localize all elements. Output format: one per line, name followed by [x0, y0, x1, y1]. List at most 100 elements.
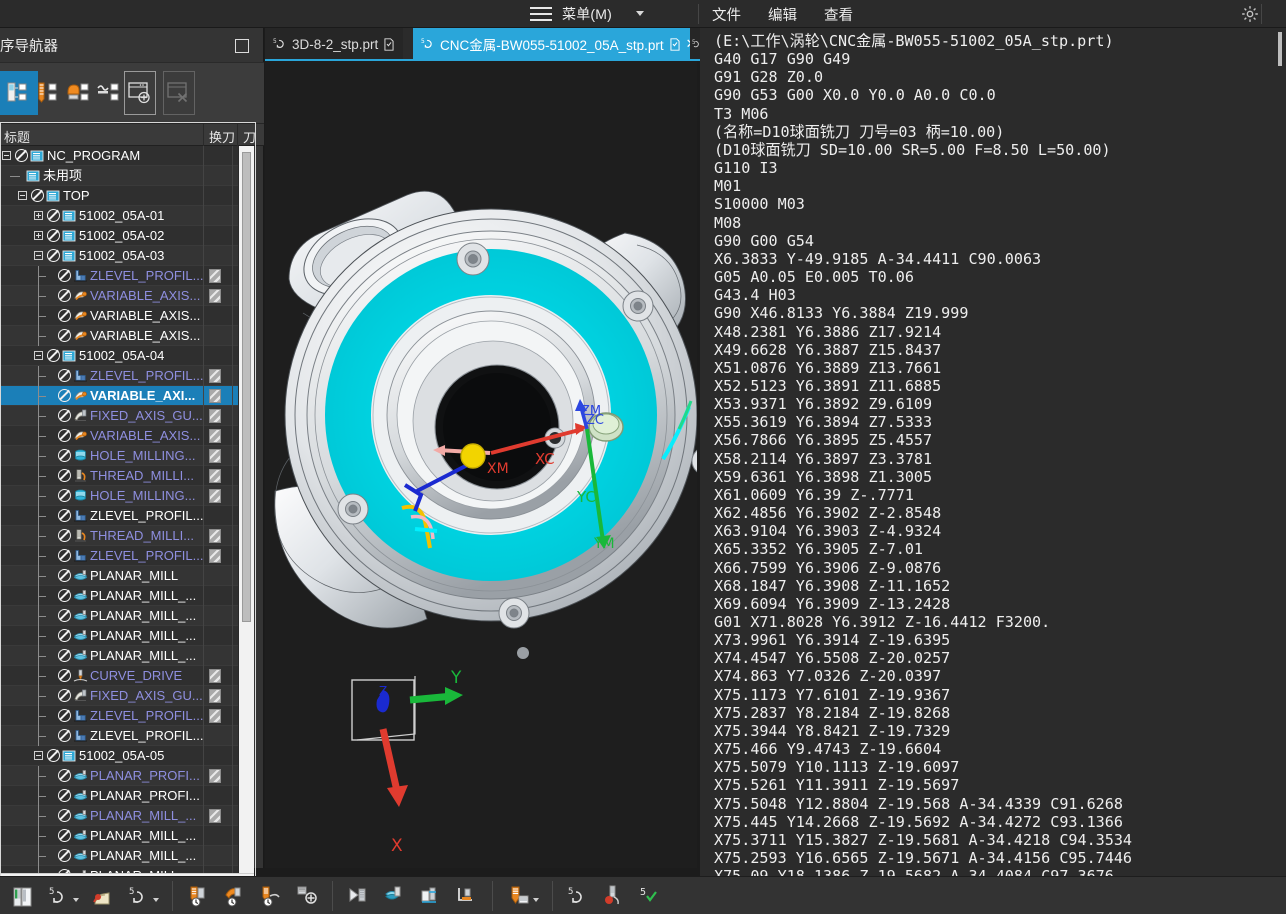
tree-row-hole_milling[interactable]: HOLE_MILLING...	[0, 446, 238, 466]
tree-row-planar_mill[interactable]: PLANAR_MILL	[0, 566, 238, 586]
tab-3d-8-2[interactable]: 5 3D-8-2_stp.prt	[265, 28, 404, 60]
suppress-icon[interactable]	[58, 729, 71, 742]
chevron-down-icon[interactable]	[72, 897, 79, 902]
menu-file[interactable]: 文件	[712, 4, 741, 25]
collapse-icon[interactable]	[34, 751, 43, 760]
suppress-icon[interactable]	[58, 809, 71, 822]
tree-vertical-scrollbar[interactable]	[238, 146, 254, 873]
suppress-icon[interactable]	[58, 409, 71, 422]
chevron-down-icon[interactable]	[636, 11, 644, 16]
verify-toolpath-button[interactable]	[220, 880, 250, 912]
machine-setup-button[interactable]: 5	[564, 880, 594, 912]
tree-row-variable_axis[interactable]: VARIABLE_AXIS...	[0, 306, 238, 326]
suppress-icon[interactable]	[58, 629, 71, 642]
tree-row-nc_program[interactable]: NC_PROGRAM	[0, 146, 238, 166]
tree-row-51002_05a03[interactable]: 51002_05A-03	[0, 246, 238, 266]
suppress-icon[interactable]	[58, 709, 71, 722]
suppress-icon[interactable]	[47, 209, 60, 222]
suppress-icon[interactable]	[58, 849, 71, 862]
tree-row-planar_profi[interactable]: PLANAR_PROFI...	[0, 786, 238, 806]
suppress-icon[interactable]	[58, 789, 71, 802]
tree-row-[interactable]: 未用项	[0, 166, 238, 186]
suppress-icon[interactable]	[58, 529, 71, 542]
suppress-icon[interactable]	[47, 349, 60, 362]
expand-icon[interactable]	[34, 211, 43, 220]
menu-edit[interactable]: 编辑	[768, 4, 797, 25]
simulate-toolpath-button[interactable]	[256, 880, 286, 912]
tree-row-hole_milling[interactable]: HOLE_MILLING...	[0, 486, 238, 506]
tool-library-button[interactable]	[504, 880, 542, 912]
suppress-icon[interactable]	[58, 449, 71, 462]
graphics-viewport[interactable]: XC YC ZC ZM XM YM Y X Z	[265, 61, 697, 868]
workpiece-button[interactable]	[88, 880, 118, 912]
suppress-icon[interactable]	[58, 289, 71, 302]
tree-row-51002_05a04[interactable]: 51002_05A-04	[0, 346, 238, 366]
tree-row-variable_axis[interactable]: VARIABLE_AXIS...	[0, 426, 238, 446]
suppress-icon[interactable]	[31, 189, 44, 202]
tree-row-zlevel_profil[interactable]: ZLEVEL_PROFIL...	[0, 546, 238, 566]
menu-view[interactable]: 查看	[824, 4, 853, 25]
suppress-icon[interactable]	[15, 149, 28, 162]
suppress-icon[interactable]	[58, 489, 71, 502]
tree-row-planar_mill_[interactable]: PLANAR_MILL_...	[0, 866, 238, 873]
chevron-down-icon[interactable]	[152, 897, 159, 902]
cut-region-button[interactable]	[344, 880, 374, 912]
tree-row-planar_mill_[interactable]: PLANAR_MILL_...	[0, 586, 238, 606]
suppress-icon[interactable]	[58, 269, 71, 282]
blank-geometry-button[interactable]	[380, 880, 410, 912]
tree-row-fixed_axis_gu[interactable]: FIXED_AXIS_GU...	[0, 686, 238, 706]
tree-row-planar_mill_[interactable]: PLANAR_MILL_...	[0, 846, 238, 866]
hamburger-icon[interactable]	[528, 1, 554, 27]
tree-row-zlevel_profil[interactable]: ZLEVEL_PROFIL...	[0, 726, 238, 746]
menu-button-label[interactable]: 菜单(M)	[562, 4, 612, 24]
machining-method-view-button[interactable]	[90, 71, 128, 115]
chevron-down-icon[interactable]	[532, 897, 539, 902]
suppress-icon[interactable]	[58, 509, 71, 522]
create-geometry-button[interactable]	[8, 880, 38, 912]
tool-change-button[interactable]	[600, 880, 630, 912]
tree-row-zlevel_profil[interactable]: ZLEVEL_PROFIL...	[0, 366, 238, 386]
tree-row-zlevel_profil[interactable]: ZLEVEL_PROFIL...	[0, 266, 238, 286]
suppress-icon[interactable]	[58, 329, 71, 342]
tree-row-planar_mill_[interactable]: PLANAR_MILL_...	[0, 626, 238, 646]
suppress-icon[interactable]	[58, 429, 71, 442]
tree-row-51002_05a01[interactable]: 51002_05A-01	[0, 206, 238, 226]
gcode-vertical-scrollbar[interactable]	[1274, 28, 1286, 914]
create-method-button[interactable]: 5	[124, 880, 162, 912]
suppress-icon[interactable]	[47, 249, 60, 262]
tree-row-planar_mill_[interactable]: PLANAR_MILL_...	[0, 606, 238, 626]
gcode-output-panel[interactable]: (E:\工作\涡轮\CNC金属-BW055-51002_05A_stp.prt)…	[700, 28, 1286, 914]
create-program-button[interactable]	[124, 71, 156, 115]
suppress-icon[interactable]	[58, 669, 71, 682]
tree-row-fixed_axis_gu[interactable]: FIXED_AXIS_GU...	[0, 406, 238, 426]
post-process-button[interactable]	[292, 880, 322, 912]
suppress-icon[interactable]	[58, 569, 71, 582]
tree-row-planar_mill_[interactable]: PLANAR_MILL_...	[0, 806, 238, 826]
suppress-icon[interactable]	[58, 549, 71, 562]
tree-row-51002_05a05[interactable]: 51002_05A-05	[0, 746, 238, 766]
suppress-icon[interactable]	[58, 769, 71, 782]
tree-row-thread_milli[interactable]: THREAD_MILLI...	[0, 466, 238, 486]
tree-row-curve_drive[interactable]: CURVE_DRIVE	[0, 666, 238, 686]
suppress-icon[interactable]	[47, 229, 60, 242]
suppress-icon[interactable]	[58, 649, 71, 662]
tree-row-planar_mill_[interactable]: PLANAR_MILL_...	[0, 826, 238, 846]
tree-row-zlevel_profil[interactable]: ZLEVEL_PROFIL...	[0, 506, 238, 526]
tab-cnc-metal-bw055[interactable]: 5 CNC金属-BW055-51002_05A_stp.prt ✕	[413, 28, 705, 60]
floor-wall-button[interactable]	[452, 880, 482, 912]
tree-row-51002_05a02[interactable]: 51002_05A-02	[0, 226, 238, 246]
collapse-icon[interactable]	[2, 151, 11, 160]
create-operation-button[interactable]: 5	[44, 880, 82, 912]
tree-row-thread_milli[interactable]: THREAD_MILLI...	[0, 526, 238, 546]
suppress-icon[interactable]	[58, 369, 71, 382]
tree-row-variable_axi[interactable]: VARIABLE_AXI...	[0, 386, 238, 406]
boundary-button[interactable]	[416, 880, 446, 912]
suppress-icon[interactable]	[58, 689, 71, 702]
generate-toolpath-button[interactable]	[184, 880, 214, 912]
delete-program-button[interactable]	[163, 71, 195, 115]
tree-row-planar_mill_[interactable]: PLANAR_MILL_...	[0, 646, 238, 666]
collapse-icon[interactable]	[34, 351, 43, 360]
suppress-icon[interactable]	[58, 829, 71, 842]
dock-icon[interactable]	[235, 39, 249, 53]
tree-row-variable_axis[interactable]: VARIABLE_AXIS...	[0, 286, 238, 306]
